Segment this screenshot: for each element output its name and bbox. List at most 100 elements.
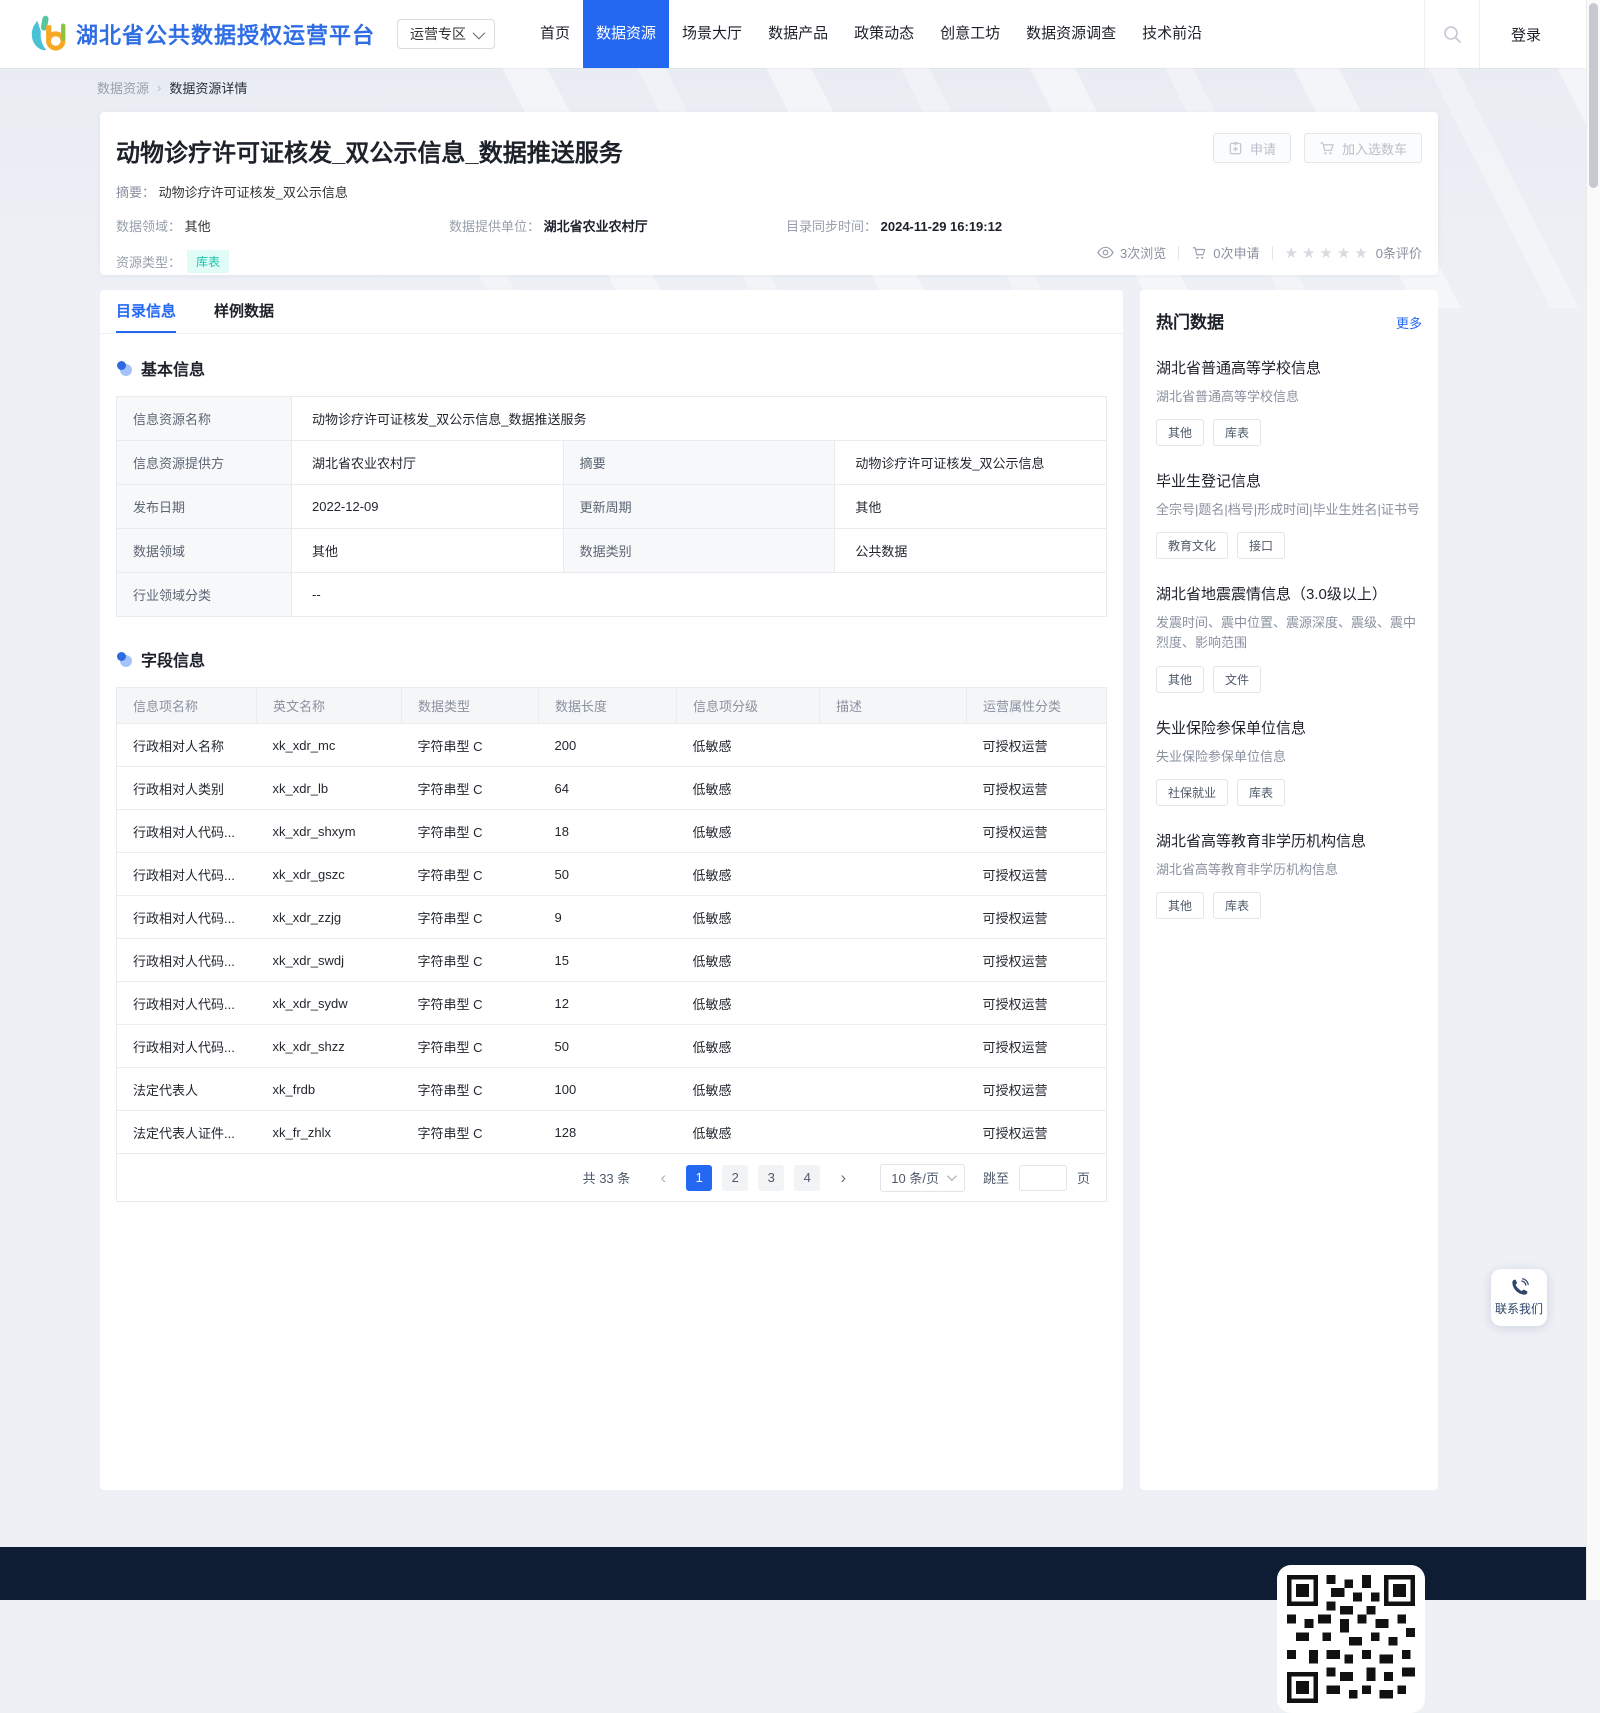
page-button-3[interactable]: 3	[758, 1164, 785, 1191]
table-cell: 字符串型 C	[401, 895, 539, 939]
next-page-button[interactable]: ›	[830, 1165, 856, 1191]
clipboard-plus-icon	[1229, 141, 1242, 154]
column-header: 数据长度	[538, 687, 677, 724]
field-value: --	[291, 572, 1107, 617]
cart-button-label: 加入选数车	[1341, 141, 1407, 157]
table-cell: 50	[538, 852, 677, 896]
table-cell: xk_xdr_mc	[272, 737, 336, 753]
nav-item-6[interactable]: 创意工坊	[927, 0, 1013, 68]
jump-label: 跳至	[982, 1171, 1009, 1186]
list-item[interactable]: 毕业生登记信息 全宗号|题名|档号|形成时间|毕业生姓名|证书号 教育文化 接口	[1156, 470, 1422, 560]
table-cell: xk_xdr_shzz	[256, 1024, 402, 1068]
field-info-section-head: 字段信息	[116, 647, 1107, 671]
hot-item-tags: 其他 库表	[1156, 419, 1422, 447]
table-row: 数据领域 其他 数据类别 公共数据	[116, 528, 1107, 573]
prev-page-button[interactable]: ‹	[650, 1165, 676, 1191]
list-item[interactable]: 湖北省普通高等学校信息 湖北省普通高等学校信息 其他 库表	[1156, 357, 1422, 447]
search-button[interactable]	[1424, 0, 1480, 68]
hot-item-title[interactable]: 失业保险参保单位信息	[1156, 717, 1422, 738]
table-cell: 低敏感	[676, 938, 820, 982]
type-label: 资源类型：	[116, 255, 182, 270]
login-button[interactable]: 登录	[1480, 24, 1572, 45]
tag-badge: 库表	[1213, 891, 1262, 919]
hot-item-tags: 社保就业 库表	[1156, 778, 1422, 806]
applies-stat: 0次申请	[1191, 243, 1260, 262]
table-cell	[819, 1110, 967, 1154]
table-row: 行政相对人名称 xk_xdr_mc 字符串型 C 200 低敏感 可授权运营	[117, 724, 1107, 767]
brand-name: 湖北省公共数据授权运营平台	[76, 23, 376, 48]
table-cell: 可授权运营	[966, 766, 1107, 810]
zone-select[interactable]: 运营专区	[397, 19, 496, 49]
brand-logo[interactable]: 湖北省公共数据授权运营平台	[26, 13, 375, 55]
jump-page-input[interactable]	[1018, 1164, 1067, 1191]
field-table-header-row: 信息项名称 英文名称 数据类型 数据长度 信息项分级 描述 运营属性分类	[116, 687, 1107, 724]
page-button-4[interactable]: 4	[794, 1164, 821, 1191]
nav-item-2[interactable]: 数据资源	[583, 0, 670, 68]
catalog-detail-card: 目录信息 样例数据 基本信息 信息资源名称 动物诊疗许可证核发_双公示信息_数据…	[100, 290, 1123, 1490]
field-label: 发布日期	[116, 484, 292, 529]
field-info-table: 信息项名称 英文名称 数据类型 数据长度 信息项分级 描述 运营属性分类 行政相对人名称 xk…	[116, 687, 1107, 1154]
rating-stars[interactable]: ★★★★★	[1285, 244, 1372, 262]
nav-item-1[interactable]: 首页	[527, 0, 583, 68]
table-cell: 行政相对人代码...	[116, 1024, 257, 1068]
applies-count: 0次申请	[1213, 246, 1260, 261]
table-cell: 字符串型 C	[401, 938, 539, 982]
column-header: 运营属性分类	[966, 687, 1107, 724]
hot-item-title[interactable]: 毕业生登记信息	[1156, 470, 1422, 491]
table-row: 行政相对人类别 xk_xdr_lb 字符串型 C 64 低敏感 可授权运营	[116, 766, 1107, 810]
field-value: 其他	[291, 528, 564, 573]
abstract-row: 摘要： 动物诊疗许可证核发_双公示信息	[116, 182, 1422, 201]
table-cell: 字符串型 C	[401, 1024, 539, 1068]
cart-icon	[1320, 141, 1334, 154]
add-to-cart-button[interactable]: 加入选数车	[1303, 133, 1422, 163]
table-cell	[819, 938, 967, 982]
resource-type-badge: 库表	[187, 250, 230, 273]
contact-us-label: 联系我们	[1494, 1302, 1543, 1316]
nav-item-5[interactable]: 政策动态	[841, 0, 927, 68]
abstract-label: 摘要：	[116, 185, 156, 200]
field-label: 信息资源提供方	[116, 440, 292, 485]
more-link[interactable]: 更多	[1396, 313, 1422, 332]
tab-catalog-info[interactable]: 目录信息	[116, 290, 177, 333]
list-item[interactable]: 失业保险参保单位信息 失业保险参保单位信息 社保就业 库表	[1156, 717, 1422, 806]
table-cell: xk_xdr_sydw	[256, 981, 402, 1025]
table-cell: 字符串型 C	[401, 1110, 539, 1154]
table-cell: 法定代表人	[116, 1067, 257, 1111]
table-cell: 行政相对人名称	[133, 738, 225, 754]
pagination: 共 33 条 ‹ 1234 › 10 条/页 跳至 页	[116, 1154, 1107, 1202]
nav-item-7[interactable]: 数据资源调查	[1013, 0, 1129, 68]
column-header: 数据类型	[401, 687, 539, 724]
breadcrumb-item-resources[interactable]: 数据资源	[97, 78, 149, 97]
hot-item-title[interactable]: 湖北省高等教育非学历机构信息	[1156, 830, 1422, 851]
page-scrollbar[interactable]	[1586, 0, 1600, 1600]
table-cell: 18	[538, 809, 677, 853]
list-item[interactable]: 湖北省高等教育非学历机构信息 湖北省高等教育非学历机构信息 其他 库表	[1156, 830, 1422, 919]
page-button-1[interactable]: 1	[686, 1164, 713, 1191]
total-count: 共 33 条	[582, 1171, 631, 1186]
nav-item-3[interactable]: 场景大厅	[669, 0, 755, 68]
meta-label-provider: 数据提供单位：	[449, 219, 541, 234]
meta-value-sync-time: 2024-11-29 16:19:12	[880, 219, 1003, 234]
contact-us-button[interactable]: 联系我们	[1491, 1269, 1547, 1326]
hot-item-title[interactable]: 湖北省地震震情信息（3.0级以上）	[1156, 583, 1422, 604]
hot-item-desc: 湖北省高等教育非学历机构信息	[1156, 861, 1339, 877]
hot-item-title[interactable]: 湖北省普通高等学校信息	[1156, 357, 1422, 378]
main-nav: 首页 数据资源 场景大厅 数据产品 政策动态 创意工坊 数据资源调查 技术前沿	[527, 0, 1215, 68]
column-header: 信息项名称	[116, 687, 257, 724]
nav-item-8[interactable]: 技术前沿	[1129, 0, 1215, 68]
table-row: 行政相对人代码... xk_xdr_zzjg 字符串型 C 9 低敏感 可授权运营	[116, 895, 1107, 939]
top-navbar: 湖北省公共数据授权运营平台 运营专区 首页 数据资源 场景大厅 数据产品 政策动态 创意工…	[0, 0, 1600, 68]
tab-sample-data[interactable]: 样例数据	[214, 290, 274, 333]
nav-item-4[interactable]: 数据产品	[755, 0, 841, 68]
page-size-select[interactable]: 10 条/页	[880, 1163, 965, 1192]
scrollbar-thumb[interactable]	[1589, 3, 1598, 188]
table-cell: 64	[538, 766, 677, 810]
basic-info-title: 基本信息	[141, 362, 206, 379]
hot-data-card: 热门数据 更多 湖北省普通高等学校信息 湖北省普通高等学校信息 其他 库表 毕业生登记信…	[1140, 290, 1438, 1490]
page-button-2[interactable]: 2	[722, 1164, 749, 1191]
list-item[interactable]: 湖北省地震震情信息（3.0级以上） 发震时间、震中位置、震源深度、震级、震中烈度、…	[1156, 583, 1422, 693]
field-value: 公共数据	[834, 528, 1107, 573]
table-cell: xk_xdr_zzjg	[256, 895, 402, 939]
apply-button[interactable]: 申请	[1212, 133, 1291, 163]
title-actions: 申请 加入选数车	[1212, 133, 1422, 163]
